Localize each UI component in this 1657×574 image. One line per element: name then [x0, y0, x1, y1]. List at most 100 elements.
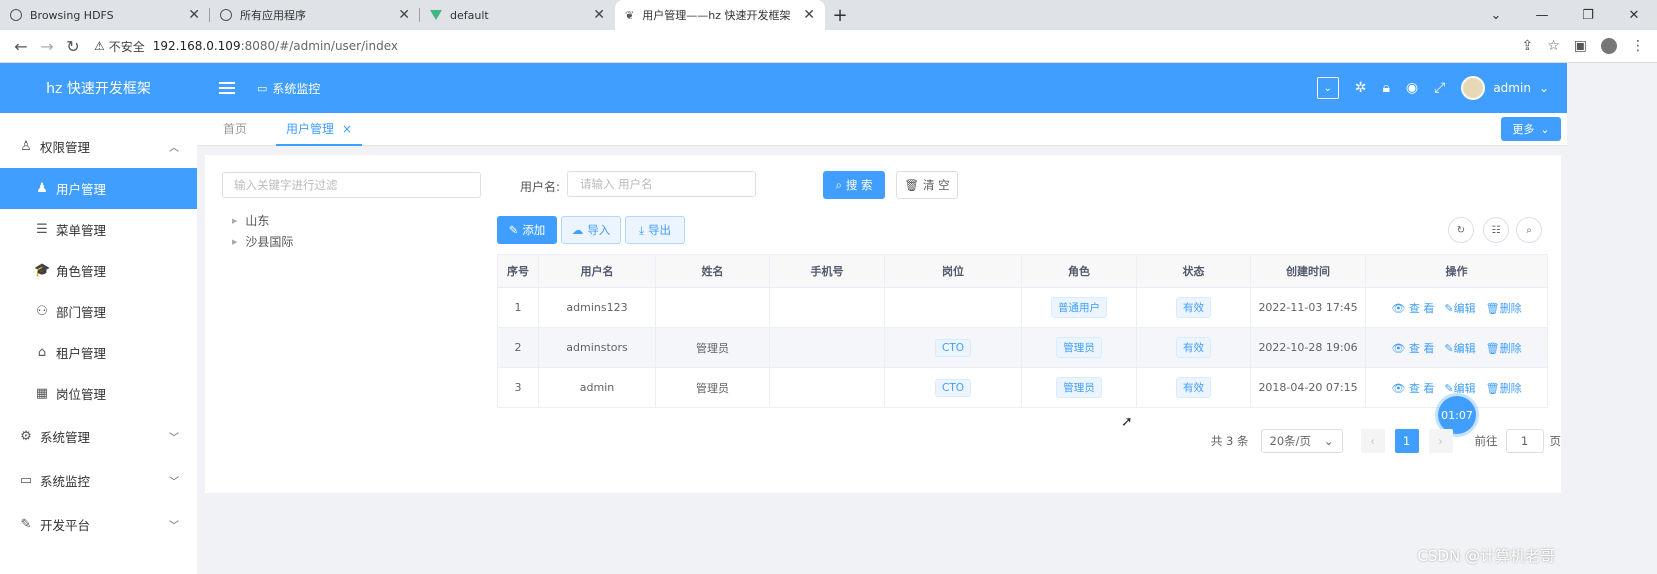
cell-role: 普通用户 [1021, 287, 1137, 328]
sidepanel-icon[interactable]: ▣ [1574, 38, 1587, 54]
browser-tab[interactable]: default ✕ [420, 0, 615, 30]
cell-post [884, 287, 1022, 328]
view-label: 查 看 [1408, 381, 1435, 395]
sidebar-item-role-management[interactable]: 🎓 角色管理 [0, 250, 197, 291]
table-row: 2 adminstors 管理员 CTO 管理员 有效 2022-10-28 1… [497, 327, 1548, 368]
sidebar-group-system[interactable]: ⚙ 系统管理 ﹀ [0, 414, 197, 458]
edit-button[interactable]: ✎编辑 [1444, 300, 1475, 316]
cell-phone [769, 327, 885, 368]
view-button[interactable]: 👁︎ 查 看 [1391, 340, 1434, 356]
pagination: 共 3 条 20条/页 ⌄ ‹ 1 › 前往 1 页 [1211, 429, 1561, 453]
cell-role: 管理员 [1021, 367, 1137, 408]
sidebar-item-post-management[interactable]: ▦ 岗位管理 [0, 373, 197, 414]
profile-icon[interactable] [1601, 38, 1617, 54]
tag-user-management[interactable]: 用户管理 × [276, 113, 363, 146]
next-page-button[interactable]: › [1428, 429, 1453, 453]
delete-button[interactable]: 🗑︎删除 [1486, 300, 1522, 316]
forward-icon[interactable]: → [34, 37, 60, 56]
lock-icon[interactable]: 🔒︎ [1382, 80, 1389, 96]
breadcrumb-item[interactable]: 系统监控 [272, 80, 320, 97]
share-icon[interactable]: ⇪ [1521, 38, 1533, 54]
cell-name [655, 287, 770, 328]
more-button[interactable]: 更多 ⌄ [1501, 117, 1561, 141]
eye-icon[interactable]: ◉ [1406, 80, 1418, 96]
close-icon[interactable]: ✕ [188, 7, 200, 23]
close-window-icon[interactable]: ✕ [1611, 0, 1657, 30]
sidebar-item-user-management[interactable]: ♟ 用户管理 [0, 168, 197, 209]
browser-tab-active[interactable]: ❦ 用户管理——hz 快速开发框架 ✕ [615, 0, 825, 30]
bug-icon[interactable]: ✲ [1355, 80, 1367, 96]
close-icon[interactable]: ✕ [593, 7, 605, 23]
pagination-total: 共 3 条 [1210, 434, 1249, 448]
breadcrumb: ▭ 系统监控 [257, 80, 320, 97]
caret-right-icon[interactable]: ▶ [232, 238, 237, 246]
back-icon[interactable]: ← [8, 37, 34, 56]
close-icon[interactable]: × [342, 122, 352, 136]
url-field[interactable]: ⚠ 不安全 192.168.0.109 :8080/#/admin/user/i… [94, 38, 1521, 55]
column-header: 岗位 [884, 254, 1022, 288]
cell-status: 有效 [1136, 327, 1251, 368]
browser-tab[interactable]: Browsing HDFS ✕ [0, 0, 210, 30]
star-icon[interactable]: ☆ [1547, 38, 1560, 54]
page-number[interactable]: 1 [1394, 429, 1419, 453]
search-button-label: 搜 索 [845, 178, 873, 192]
edit-label: 编辑 [1453, 301, 1476, 315]
view-button[interactable]: 👁︎ 查 看 [1391, 380, 1434, 396]
chevron-up-icon: ︿ [169, 142, 179, 154]
browser-tab[interactable]: 所有应用程序 ✕ [210, 0, 420, 30]
sidebar-item-menu-management[interactable]: ☰ 菜单管理 [0, 209, 197, 250]
tree-node[interactable]: ▶ 沙县国际 [232, 231, 293, 252]
browser-tabbar: Browsing HDFS ✕ 所有应用程序 ✕ default ✕ ❦ 用户管… [0, 0, 1657, 30]
search-icon[interactable]: ⌕ [1516, 217, 1542, 243]
close-icon[interactable]: ✕ [803, 7, 815, 23]
fullscreen-icon[interactable]: ⤢ [1434, 80, 1445, 96]
edit-icon: ✎ [20, 516, 32, 532]
cell-actions: 👁︎ 查 看 ✎编辑 🗑︎删除 [1365, 287, 1548, 328]
hamburger-icon[interactable] [219, 79, 235, 97]
clear-button[interactable]: 🗑︎ 清 空 [896, 171, 958, 199]
close-icon[interactable]: ✕ [398, 7, 410, 23]
edit-button[interactable]: ✎编辑 [1444, 380, 1475, 396]
restore-icon[interactable]: ❐ [1565, 0, 1611, 30]
delete-button[interactable]: 🗑︎删除 [1486, 340, 1522, 356]
refresh-icon[interactable]: ↻ [1448, 217, 1474, 243]
chevron-down-icon[interactable]: ⌄ [1473, 0, 1519, 30]
sidebar-group-monitor[interactable]: ▭ 系统监控 ﹀ [0, 458, 197, 502]
username-input[interactable]: 请输入 用户名 [567, 171, 756, 197]
dropdown-icon[interactable]: ⌄ [1316, 77, 1339, 99]
browser-tab-title: 用户管理——hz 快速开发框架 [642, 9, 791, 22]
view-button[interactable]: 👁︎ 查 看 [1391, 300, 1434, 316]
kebab-menu-icon[interactable]: ⋮ [1631, 38, 1645, 54]
sidebar-item-label: 角色管理 [56, 264, 107, 279]
tree-node[interactable]: ▶ 山东 [232, 210, 293, 231]
add-button[interactable]: ✎ 添加 [497, 216, 557, 244]
sidebar-item-dept-management[interactable]: ⚇ 部门管理 [0, 291, 197, 332]
cell-created: 2022-10-28 19:06 [1250, 327, 1366, 368]
tree-filter-input[interactable]: 输入关键字进行过滤 [222, 172, 481, 198]
search-button[interactable]: ⌕ 搜 索 [823, 171, 885, 199]
sidebar-group-dev[interactable]: ✎ 开发平台 ﹀ [0, 502, 197, 546]
filter-icon[interactable]: ☷ [1483, 217, 1509, 243]
sidebar-item-tenant-management[interactable]: ⌂ 租户管理 [0, 332, 197, 373]
import-button[interactable]: ☁ 导入 [561, 216, 621, 244]
export-button[interactable]: ⤓ 导出 [625, 216, 685, 244]
cloud-upload-icon: ☁ [571, 223, 584, 237]
tree-node-label: 沙县国际 [245, 235, 294, 249]
reload-icon[interactable]: ↻ [60, 37, 86, 56]
dept-tree: ▶ 山东 ▶ 沙县国际 [232, 210, 293, 252]
minimize-icon[interactable]: — [1519, 0, 1565, 30]
tag-home[interactable]: 首页 [223, 113, 247, 146]
status-badge: 有效 [1176, 297, 1211, 318]
new-tab-button[interactable]: + [825, 0, 855, 30]
search-icon: ⌕ [835, 177, 842, 192]
delete-button[interactable]: 🗑︎删除 [1486, 380, 1522, 396]
user-menu[interactable]: admin ⌄ [1461, 76, 1549, 100]
edit-button[interactable]: ✎编辑 [1444, 340, 1475, 356]
prev-page-button[interactable]: ‹ [1360, 429, 1385, 453]
goto-input[interactable]: 1 [1505, 429, 1544, 453]
leaf-icon: ❦ [625, 8, 635, 22]
sidebar-group-permissions[interactable]: ♙ 权限管理 ︿ [0, 124, 197, 168]
page-size-select[interactable]: 20条/页 ⌄ [1260, 429, 1343, 453]
tree-node-label: 山东 [245, 214, 270, 228]
caret-right-icon[interactable]: ▶ [232, 217, 237, 225]
